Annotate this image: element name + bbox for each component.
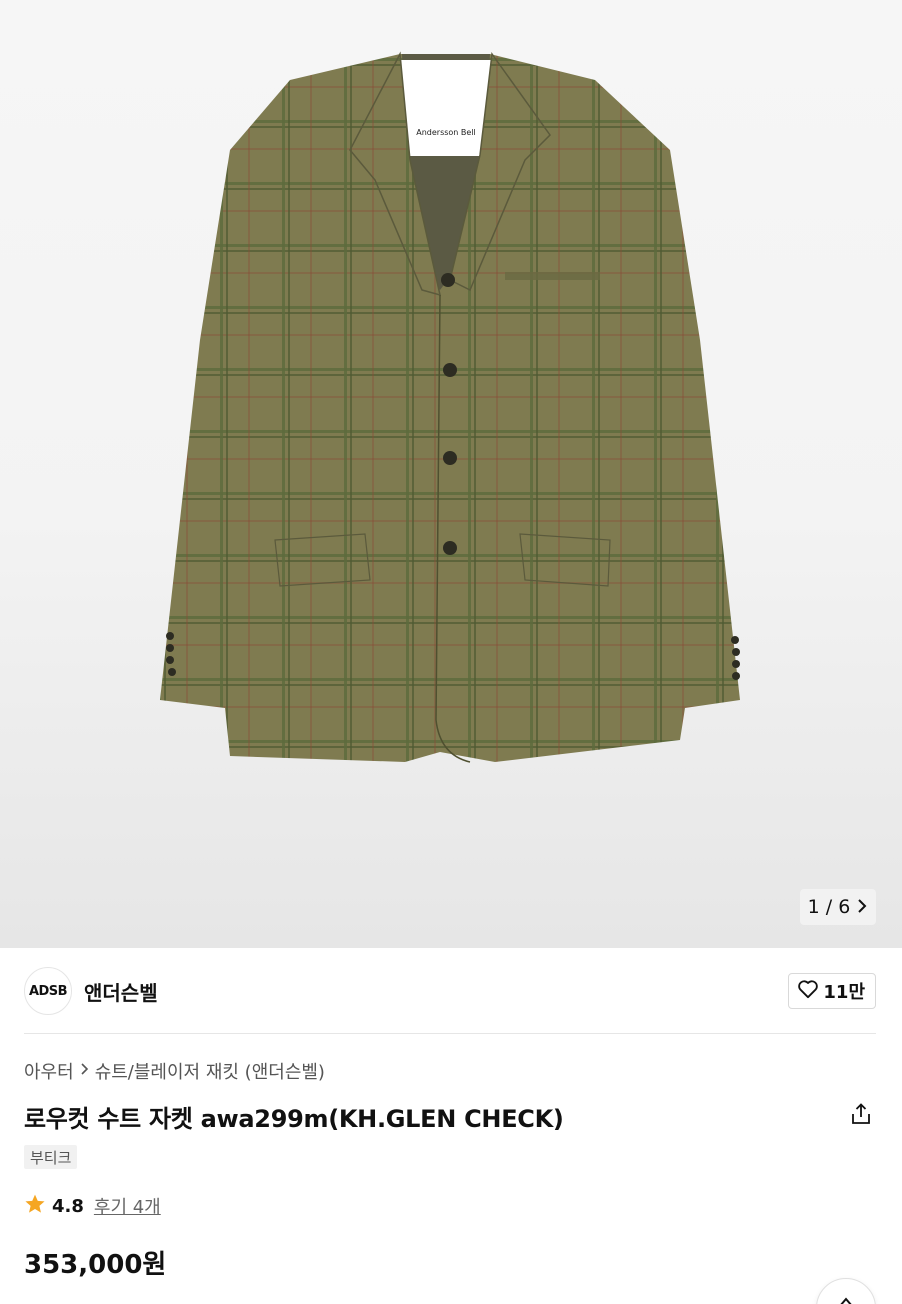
brand-logo[interactable]: ADSB bbox=[24, 967, 72, 1015]
product-image: Andersson Bell bbox=[160, 51, 740, 763]
share-button[interactable] bbox=[846, 1101, 876, 1131]
share-icon bbox=[849, 1102, 873, 1130]
breadcrumb-item-category[interactable]: 슈트/블레이저 재킷 (앤더슨벨) bbox=[95, 1058, 325, 1084]
garment-tag-text: Andersson Bell bbox=[416, 128, 476, 137]
heart-icon bbox=[797, 979, 819, 1003]
breadcrumb-item-outer[interactable]: 아우터 bbox=[24, 1058, 74, 1084]
arrow-up-icon bbox=[838, 1293, 854, 1304]
pager-count: 1 / 6 bbox=[807, 896, 851, 918]
reviews-link[interactable]: 후기 4개 bbox=[94, 1193, 161, 1219]
scroll-top-button[interactable] bbox=[816, 1278, 876, 1304]
product-title: 로우컷 수트 자켓 awa299m(KH.GLEN CHECK) bbox=[24, 1104, 564, 1133]
rating-score: 4.8 bbox=[52, 1195, 84, 1217]
rating-row: 4.8 후기 4개 bbox=[24, 1193, 161, 1219]
product-image-gallery[interactable]: Andersson Bell 1 / 6 bbox=[0, 0, 902, 948]
like-count: 11만 bbox=[823, 982, 865, 1003]
brand-row: ADSB 앤더슨벨 11만 bbox=[24, 966, 876, 1016]
like-button[interactable]: 11만 bbox=[788, 973, 876, 1009]
boutique-badge: 부티크 bbox=[24, 1145, 78, 1169]
image-pager[interactable]: 1 / 6 bbox=[800, 889, 876, 925]
product-title-row: 로우컷 수트 자켓 awa299m(KH.GLEN CHECK) bbox=[24, 1098, 876, 1134]
star-icon bbox=[24, 1193, 46, 1219]
brand-name[interactable]: 앤더슨벨 bbox=[84, 977, 158, 1006]
divider bbox=[24, 1033, 876, 1034]
product-price: 353,000원 bbox=[24, 1250, 167, 1280]
breadcrumb: 아우터 슈트/블레이저 재킷 (앤더슨벨) bbox=[24, 1058, 325, 1084]
chevron-right-icon bbox=[80, 1063, 89, 1079]
chevron-right-icon[interactable] bbox=[856, 898, 868, 916]
brand-logo-text: ADSB bbox=[28, 983, 68, 999]
